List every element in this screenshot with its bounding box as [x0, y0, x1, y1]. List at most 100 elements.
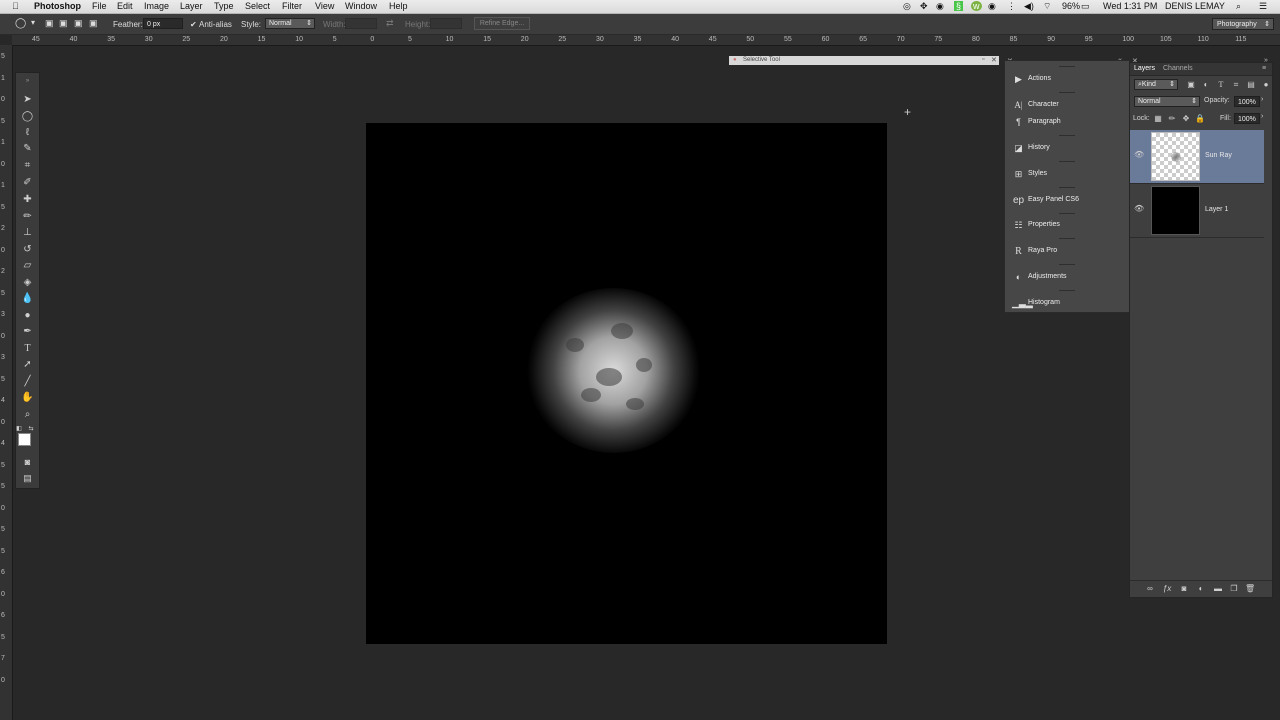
filter-toggle-icon[interactable]: ●	[1261, 80, 1271, 90]
new-selection-icon[interactable]: ▣	[45, 18, 54, 29]
menu-file[interactable]: File	[92, 1, 107, 11]
new-adjustment-icon[interactable]: ◐	[1196, 584, 1206, 594]
swap-icon[interactable]: ⇄	[386, 18, 394, 29]
group-grip[interactable]	[1059, 238, 1075, 239]
menu-select[interactable]: Select	[245, 1, 270, 11]
group-grip[interactable]	[1059, 92, 1075, 93]
fill-arrow-icon[interactable]: ›	[1261, 113, 1263, 120]
refine-edge-button[interactable]: Refine Edge...	[474, 17, 530, 30]
swap-colors-icon[interactable]: ⇆	[27, 423, 35, 436]
dock-item-actions[interactable]: ▶ Actions	[1005, 71, 1129, 88]
fx-icon[interactable]: ƒx	[1162, 584, 1172, 594]
workspace-switcher[interactable]: Photography ⇕	[1212, 18, 1274, 30]
notification-center-icon[interactable]: ☰	[1259, 1, 1267, 12]
eraser-tool-icon[interactable]: ▱	[19, 259, 36, 272]
menu-view[interactable]: View	[315, 1, 334, 11]
quick-mask-icon[interactable]: ◙	[19, 456, 36, 469]
visibility-eye-icon[interactable]: 👁	[1134, 150, 1144, 159]
screen-mode-icon[interactable]: ▤	[19, 472, 36, 485]
move-tool-icon[interactable]: ➤	[19, 93, 36, 106]
record-icon[interactable]: ◉	[988, 1, 996, 12]
clone-stamp-tool-icon[interactable]: ⊥	[19, 226, 36, 239]
filter-type-icon[interactable]: T	[1216, 80, 1226, 90]
dock-item-histogram[interactable]: ▁▃▂ Histogram	[1005, 295, 1129, 312]
selective-tool-panel[interactable]: ● Selective Tool ▫ ✕	[729, 56, 999, 65]
group-grip[interactable]	[1059, 213, 1075, 214]
lock-image-icon[interactable]: ✏	[1167, 114, 1177, 124]
paint-bucket-tool-icon[interactable]: ◈	[19, 276, 36, 289]
menu-extra-icon[interactable]: ⋮	[1007, 1, 1016, 12]
filter-shape-icon[interactable]: ⌗	[1231, 80, 1241, 90]
tab-layers[interactable]: Layers	[1134, 65, 1155, 72]
group-grip[interactable]	[1059, 264, 1075, 265]
vertical-ruler[interactable]: 510510152025303540455055606570	[0, 45, 13, 720]
layer-name[interactable]: Sun Ray	[1205, 152, 1232, 159]
eyedropper-tool-icon[interactable]: ✐	[19, 176, 36, 189]
dock-item-paragraph[interactable]: ¶ Paragraph	[1005, 114, 1129, 131]
dock-item-easy-panel[interactable]: ep Easy Panel CS6	[1005, 192, 1129, 209]
feather-input[interactable]: 0 px	[143, 18, 183, 29]
group-grip[interactable]	[1059, 187, 1075, 188]
dropbox-icon[interactable]: ✥	[920, 1, 928, 12]
layer-row-sun-ray[interactable]: 👁 Sun Ray	[1130, 130, 1264, 184]
intersect-selection-icon[interactable]: ▣	[89, 18, 98, 29]
group-grip[interactable]	[1059, 66, 1075, 67]
zoom-tool-icon[interactable]: ⌕	[19, 408, 36, 421]
group-grip[interactable]	[1059, 135, 1075, 136]
menu-type[interactable]: Type	[214, 1, 234, 11]
panel-collapse-icon[interactable]: »	[19, 75, 36, 88]
evernote-icon[interactable]: §	[954, 1, 964, 11]
layer-row-layer-1[interactable]: 👁 Layer 1	[1130, 184, 1264, 238]
volume-icon[interactable]: ◀)	[1024, 1, 1034, 12]
group-grip[interactable]	[1059, 161, 1075, 162]
apple-logo-icon[interactable]: 	[12, 1, 19, 11]
wifi-icon[interactable]: ⌔	[1043, 1, 1051, 12]
document-canvas[interactable]	[366, 123, 887, 644]
path-selection-tool-icon[interactable]: ➚	[19, 358, 36, 371]
dock-item-adjustments[interactable]: ◐ Adjustments	[1005, 269, 1129, 286]
spotlight-icon[interactable]: ⌕	[1236, 1, 1241, 12]
dodge-tool-icon[interactable]: ●	[19, 309, 36, 322]
default-colors-icon[interactable]: ◧	[15, 423, 23, 436]
app-menu[interactable]: Photoshop	[34, 1, 81, 11]
healing-brush-tool-icon[interactable]: ✚	[19, 193, 36, 206]
status-icon[interactable]: w	[971, 1, 982, 11]
tool-preset-arrow-icon[interactable]: ▾	[31, 18, 35, 27]
filter-adjustment-icon[interactable]: ◐	[1201, 80, 1211, 90]
menu-help[interactable]: Help	[389, 1, 408, 11]
height-input[interactable]	[430, 18, 462, 29]
trash-icon[interactable]: 🗑	[1245, 584, 1255, 594]
battery-icon[interactable]: ▭	[1081, 1, 1090, 12]
fill-input[interactable]: 100%	[1234, 113, 1260, 124]
filter-pixel-icon[interactable]: ▣	[1186, 80, 1196, 90]
group-grip[interactable]	[1059, 290, 1075, 291]
pen-tool-icon[interactable]: ✒	[19, 325, 36, 338]
visibility-eye-icon[interactable]: 👁	[1134, 204, 1144, 213]
line-tool-icon[interactable]: ╱	[19, 375, 36, 388]
panel-menu-icon[interactable]: ≡	[1262, 65, 1266, 72]
dock-item-character[interactable]: A| Character	[1005, 97, 1129, 114]
clock[interactable]: Wed 1:31 PM	[1103, 1, 1157, 11]
expand-icon[interactable]: ▫	[982, 56, 984, 63]
add-selection-icon[interactable]: ▣	[59, 18, 68, 29]
opacity-arrow-icon[interactable]: ›	[1261, 96, 1263, 103]
elliptical-marquee-icon[interactable]: ◯	[15, 18, 26, 29]
lock-transparent-icon[interactable]: ▦	[1153, 114, 1163, 124]
type-tool-icon[interactable]: T	[19, 342, 36, 355]
status-icon[interactable]: ◉	[936, 1, 944, 12]
layer-name[interactable]: Layer 1	[1205, 206, 1228, 213]
history-brush-tool-icon[interactable]: ↺	[19, 243, 36, 256]
filter-smart-object-icon[interactable]: ▤	[1246, 80, 1256, 90]
lock-all-icon[interactable]: 🔒	[1195, 114, 1205, 124]
menu-window[interactable]: Window	[345, 1, 377, 11]
style-select[interactable]: Normal ⇕	[265, 18, 315, 29]
elliptical-marquee-tool-icon[interactable]: ◯	[19, 110, 36, 123]
user-name[interactable]: DENIS LEMAY	[1165, 1, 1225, 11]
crop-tool-icon[interactable]: ⌗	[19, 159, 36, 172]
add-mask-icon[interactable]: ◙	[1179, 584, 1189, 594]
brush-tool-icon[interactable]: ✏	[19, 210, 36, 223]
width-input[interactable]	[345, 18, 377, 29]
status-icon[interactable]: ◎	[903, 1, 911, 12]
new-group-icon[interactable]: ▬	[1213, 584, 1223, 594]
lasso-tool-icon[interactable]: ℓ	[19, 126, 36, 139]
